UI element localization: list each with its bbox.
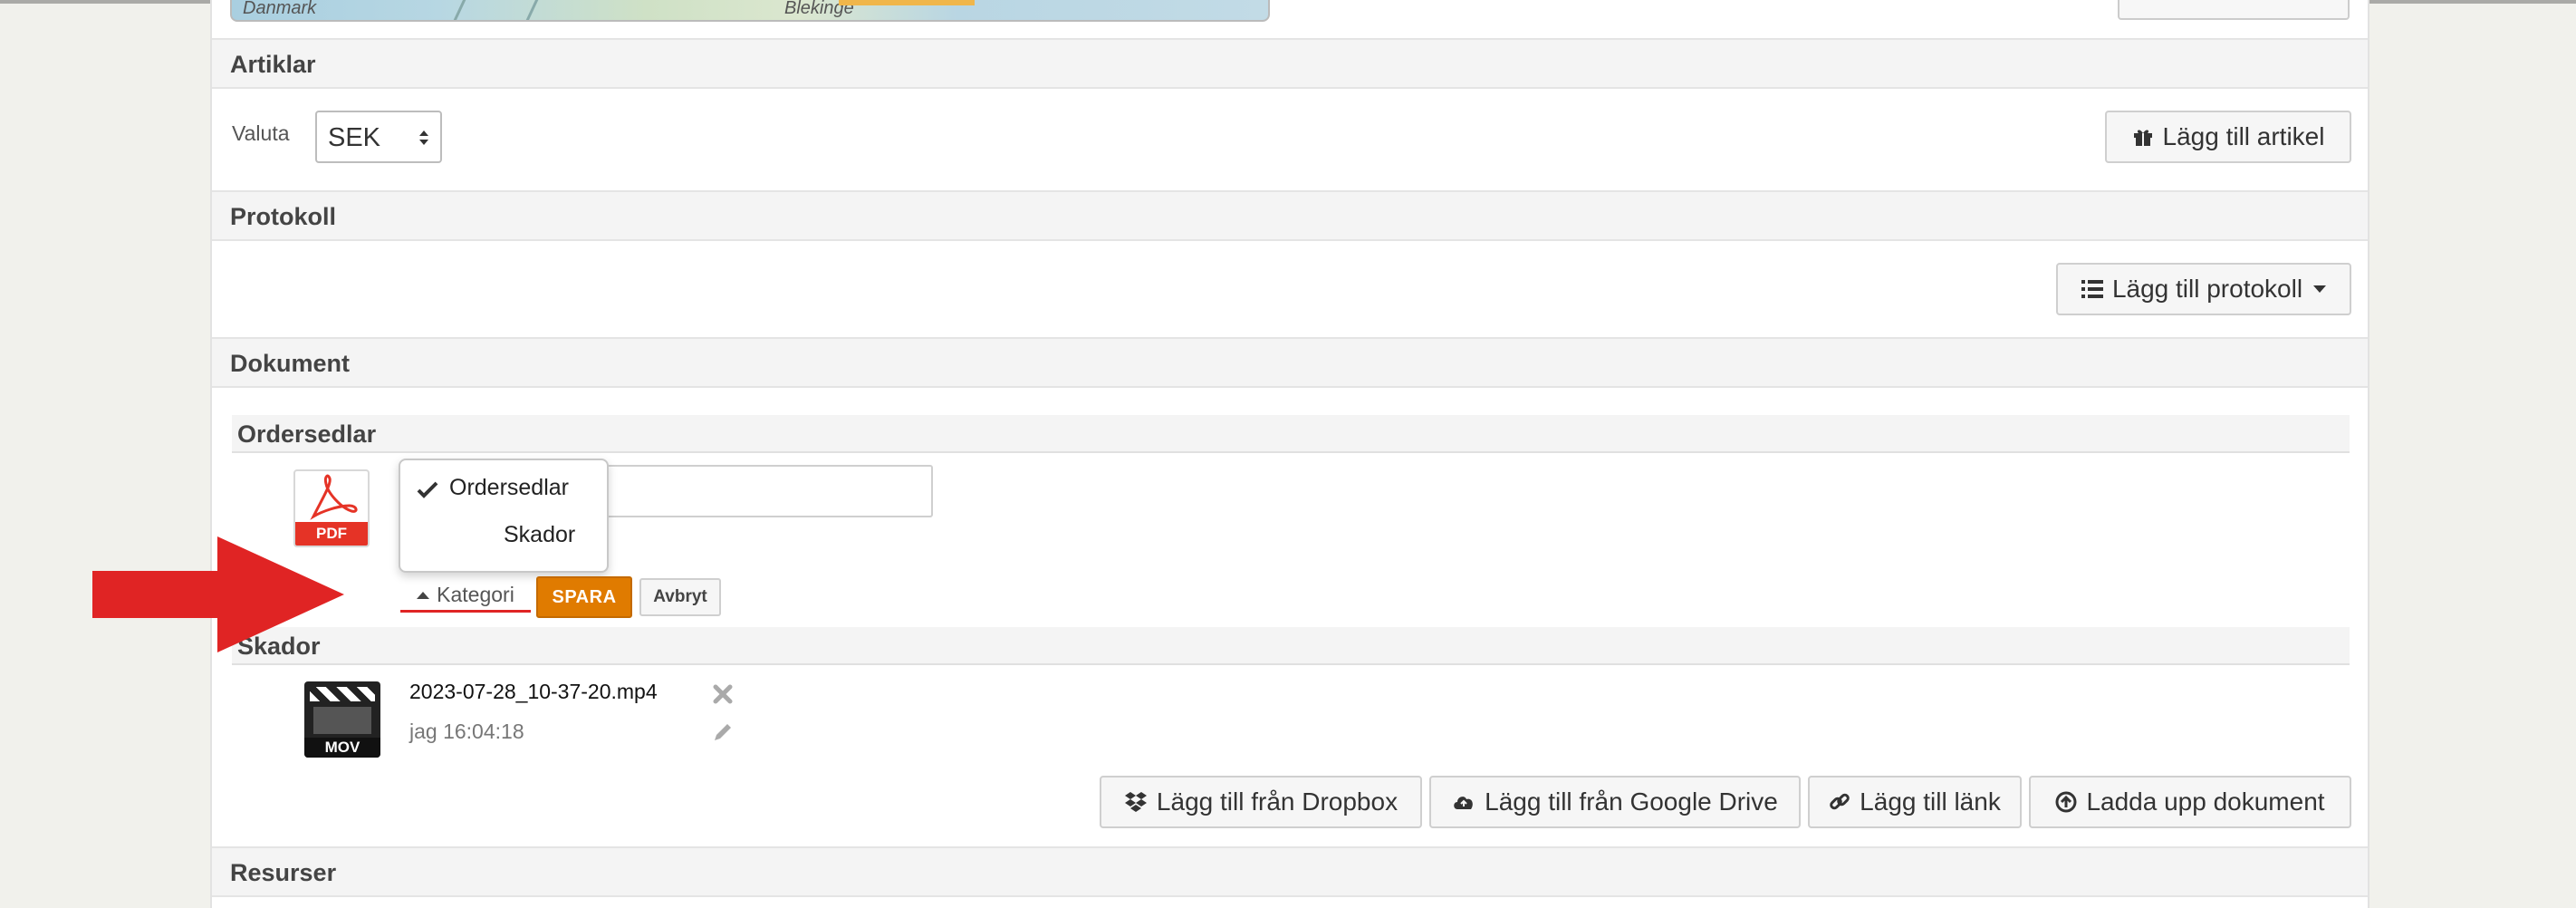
list-icon [2081, 280, 2103, 298]
section-title: Dokument [230, 350, 351, 377]
add-protocol-label: Lägg till protokoll [2111, 275, 2303, 303]
annotation-arrow-icon [92, 536, 344, 652]
section-title: Resurser [230, 859, 337, 886]
category-toggle-label: Kategori [437, 583, 514, 606]
cloud-upload-icon [1454, 797, 1473, 809]
upload-document-button[interactable]: Ladda upp dokument [2029, 776, 2351, 828]
document-name-input[interactable] [601, 465, 933, 517]
chevron-up-icon [417, 591, 430, 599]
valuta-select[interactable]: SEK [315, 111, 442, 163]
mov-file-icon[interactable]: MOV [304, 681, 380, 758]
add-from-dropbox-label: Lägg till från Dropbox [1156, 787, 1399, 816]
gift-icon [2133, 130, 2152, 146]
dropbox-icon [1124, 792, 1147, 812]
add-link-label: Lägg till länk [1860, 787, 2001, 816]
valuta-label: Valuta [232, 121, 290, 145]
add-link-button[interactable]: Lägg till länk [1808, 776, 2022, 828]
file-name-link[interactable]: 2023-07-28_10-37-20.mp4 [409, 680, 658, 704]
section-title: Artiklar [230, 51, 316, 78]
clapperboard-icon [310, 687, 375, 701]
map-highlight [839, 0, 975, 5]
save-button[interactable]: SPARA [536, 576, 632, 618]
category-toggle[interactable]: Kategori [400, 580, 531, 613]
section-header-dokument: Dokument [212, 337, 2368, 388]
add-article-button[interactable]: Lägg till artikel [2105, 111, 2351, 163]
category-option-ordersedlar[interactable]: Ordersedlar [449, 475, 569, 501]
map-road [452, 0, 467, 20]
pdf-acrobat-icon [310, 474, 358, 520]
category-title: Ordersedlar [237, 420, 377, 448]
file-meta: jag 16:04:18 [409, 720, 524, 743]
category-header-ordersedlar: Ordersedlar [232, 415, 2350, 453]
add-from-google-drive-button[interactable]: Lägg till från Google Drive [1429, 776, 1801, 828]
section-title: Protokoll [230, 203, 337, 230]
order-detail-panel: Danmark Blekinge Artiklar Valuta SEK Läg… [210, 0, 2369, 908]
section-header-protokoll: Protokoll [212, 190, 2368, 241]
add-protocol-dropdown-button[interactable]: Lägg till protokoll [2056, 263, 2351, 315]
upload-document-label: Ladda upp dokument [2086, 787, 2325, 816]
select-arrows-icon [419, 130, 428, 145]
add-from-google-drive-label: Lägg till från Google Drive [1485, 787, 1778, 816]
check-icon [417, 481, 438, 498]
section-header-artiklar: Artiklar [212, 38, 2368, 89]
category-option-skador[interactable]: Skador [504, 522, 575, 548]
film-frame [313, 707, 371, 734]
section-header-resurser: Resurser [212, 846, 2368, 897]
delete-icon[interactable] [712, 683, 734, 705]
add-from-dropbox-button[interactable]: Lägg till från Dropbox [1100, 776, 1422, 828]
pencil-icon[interactable] [712, 721, 734, 743]
link-icon [1830, 793, 1850, 810]
map-road [524, 0, 540, 20]
cancel-button[interactable]: Avbryt [639, 578, 721, 616]
map-action-button[interactable] [2118, 0, 2350, 20]
category-dropdown-menu: Ordersedlar Skador [399, 459, 609, 573]
chevron-down-icon [2313, 285, 2327, 293]
valuta-select-value: SEK [328, 123, 381, 152]
category-header-skador: Skador [232, 627, 2350, 665]
mov-badge: MOV [304, 738, 380, 758]
add-article-label: Lägg till artikel [2162, 122, 2325, 150]
upload-circle-icon [2055, 791, 2077, 813]
map-label-danmark: Danmark [243, 0, 317, 18]
map-preview[interactable]: Danmark Blekinge [230, 0, 1270, 22]
